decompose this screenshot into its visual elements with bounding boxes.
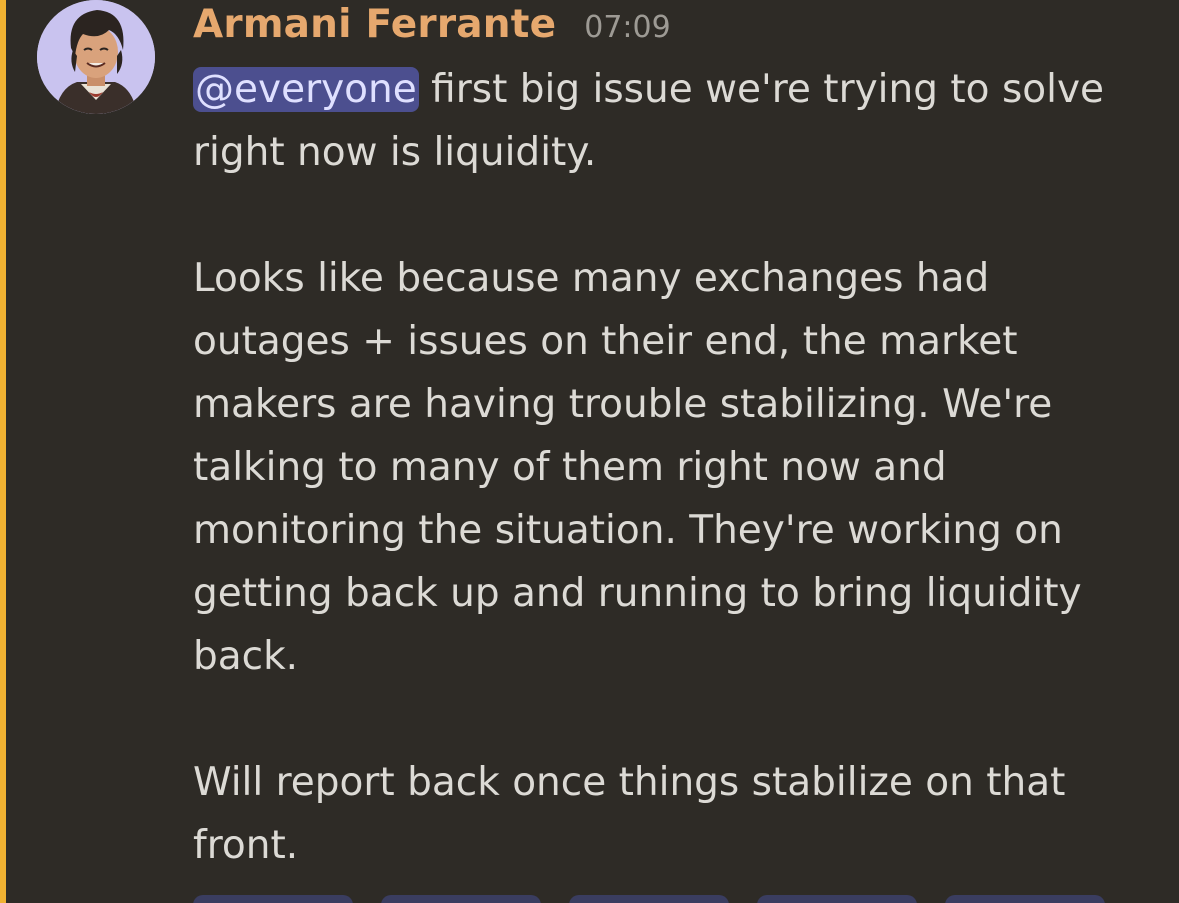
reaction-button[interactable] [569,895,729,903]
message-paragraph-1: @everyone first big issue we're trying t… [193,58,1153,184]
username[interactable]: Armani Ferrante [193,2,556,47]
reaction-button[interactable] [945,895,1105,903]
chat-message: Armani Ferrante 07:09 @everyone first bi… [0,0,1179,903]
everyone-mention[interactable]: @everyone [193,67,419,112]
message-content: @everyone first big issue we're trying t… [193,58,1153,877]
reaction-button[interactable] [381,895,541,903]
message-paragraph-2: Looks like because many exchanges had ou… [193,256,1082,679]
reactions-row [193,895,1105,903]
reaction-button[interactable] [193,895,353,903]
user-avatar[interactable] [37,0,155,114]
message-header: Armani Ferrante 07:09 [193,2,671,47]
reaction-button[interactable] [757,895,917,903]
avatar-icon [37,0,155,114]
mention-highlight-bar [0,0,6,903]
timestamp[interactable]: 07:09 [584,10,670,45]
message-paragraph-3: Will report back once things stabilize o… [193,760,1066,868]
